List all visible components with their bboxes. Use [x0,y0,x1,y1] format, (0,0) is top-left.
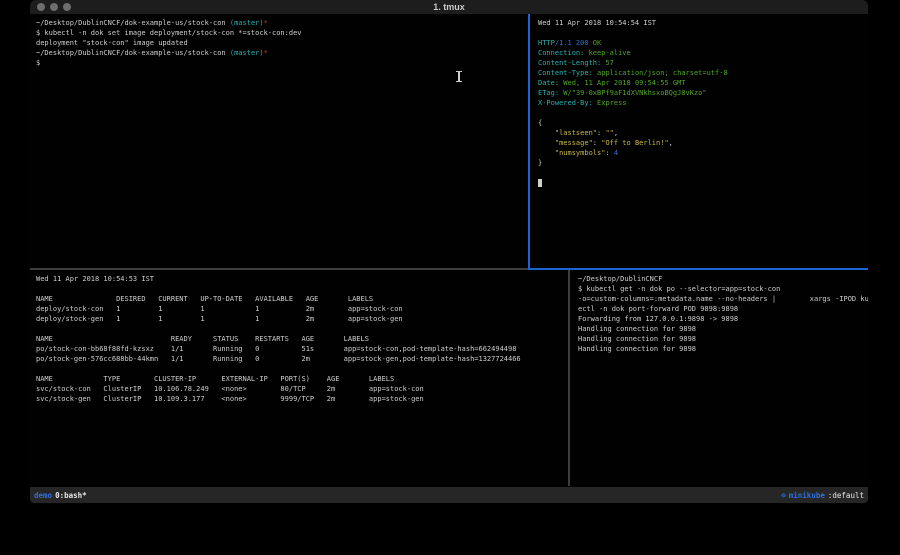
terminal-line [538,178,868,188]
window-title: 1. tmux [30,0,868,14]
terminal-line [538,108,868,118]
terminal-line [36,364,566,374]
tmux-session-name: demo [34,491,52,500]
terminal-line: "numsymbols": 4 [538,148,868,158]
terminal-line: NAME DESIRED CURRENT UP-TO-DATE AVAILABL… [36,294,566,304]
terminal-line: Date: Wed, 11 Apr 2018 09:54:55 GMT [538,78,868,88]
terminal-line: ~/Desktop/DublinCNCF/dok-example-us/stoc… [36,48,528,58]
terminal-line: "message": "Off to Berlin!", [538,138,868,148]
terminal-line: "lastseen": "", [538,128,868,138]
terminal-line: svc/stock-con ClusterIP 10.106.78.249 <n… [36,384,566,394]
pane-http-response[interactable]: Wed 11 Apr 2018 10:54:54 IST HTTP/1.1 200… [532,14,868,268]
pane-port-forward[interactable]: ~/Desktop/DublinCNCF$ kubectl get -n dok… [572,270,868,486]
tmux-status-bar: demo 0:bash* ☸ minikube :default [30,487,868,503]
terminal-line [36,284,566,294]
tmux-content: ~/Desktop/DublinCNCF/dok-example-us/stoc… [30,14,868,487]
pane-kubectl-watch[interactable]: Wed 11 Apr 2018 10:54:53 IST NAME DESIRED… [30,270,566,486]
terminal-line: deploy/stock-con 1 1 1 1 2m app=stock-co… [36,304,566,314]
terminal-line: -o=custom-columns=:metadata.name --no-he… [578,294,868,304]
terminal-line: po/stock-con-bb68f88fd-kzsxz 1/1 Running… [36,344,566,354]
terminal-line: } [538,158,868,168]
terminal-window: 1. tmux ~/Desktop/DublinCNCF/dok-example… [30,0,868,503]
terminal-line: Content-Length: 57 [538,58,868,68]
terminal-line: Wed 11 Apr 2018 10:54:53 IST [36,274,566,284]
terminal-line: Wed 11 Apr 2018 10:54:54 IST [538,18,868,28]
tmux-window-tab[interactable]: 0:bash* [55,491,87,500]
terminal-line [538,28,868,38]
terminal-line: po/stock-gen-576cc688bb-44kmn 1/1 Runnin… [36,354,566,364]
pane-kubectl-set-image[interactable]: ~/Desktop/DublinCNCF/dok-example-us/stoc… [30,14,528,268]
terminal-line: Handling connection for 9898 [578,324,868,334]
kubernetes-icon: ☸ [781,491,786,500]
pane-divider-vertical-top[interactable] [528,14,530,270]
terminal-line: ectl -n dok port-forward POD 9898:9898 [578,304,868,314]
window-titlebar: 1. tmux [30,0,868,14]
terminal-line: Handling connection for 9898 [578,334,868,344]
terminal-line: { [538,118,868,128]
terminal-line: $ kubectl get -n dok po --selector=app=s… [578,284,868,294]
terminal-line: deploy/stock-gen 1 1 1 1 2m app=stock-ge… [36,314,566,324]
terminal-line: NAME TYPE CLUSTER-IP EXTERNAL-IP PORT(S)… [36,374,566,384]
terminal-line: deployment "stock-con" image updated [36,38,528,48]
kube-namespace: :default [828,491,864,500]
terminal-line: ~/Desktop/DublinCNCF/dok-example-us/stoc… [36,18,528,28]
terminal-line: svc/stock-gen ClusterIP 10.109.3.177 <no… [36,394,566,404]
terminal-line: ~/Desktop/DublinCNCF [578,274,868,284]
terminal-line: ETag: W/"39-0xBPf9aF1dXVNkhsxoBQgJ8vKzo" [538,88,868,98]
terminal-line: $ [36,58,528,68]
terminal-line: X-Powered-By: Express [538,98,868,108]
terminal-line: HTTP/1.1 200 OK [538,38,868,48]
ibeam-cursor-icon [456,71,462,82]
kube-context: minikube [789,491,825,500]
terminal-line: Handling connection for 9898 [578,344,868,354]
terminal-line [36,324,566,334]
terminal-line: Content-Type: application/json; charset=… [538,68,868,78]
terminal-line: Forwarding from 127.0.0.1:9898 -> 9898 [578,314,868,324]
pane-divider-vertical-bottom[interactable] [568,270,570,486]
terminal-line: $ kubectl -n dok set image deployment/st… [36,28,528,38]
terminal-line: NAME READY STATUS RESTARTS AGE LABELS [36,334,566,344]
terminal-line [538,168,868,178]
terminal-line: Connection: keep-alive [538,48,868,58]
